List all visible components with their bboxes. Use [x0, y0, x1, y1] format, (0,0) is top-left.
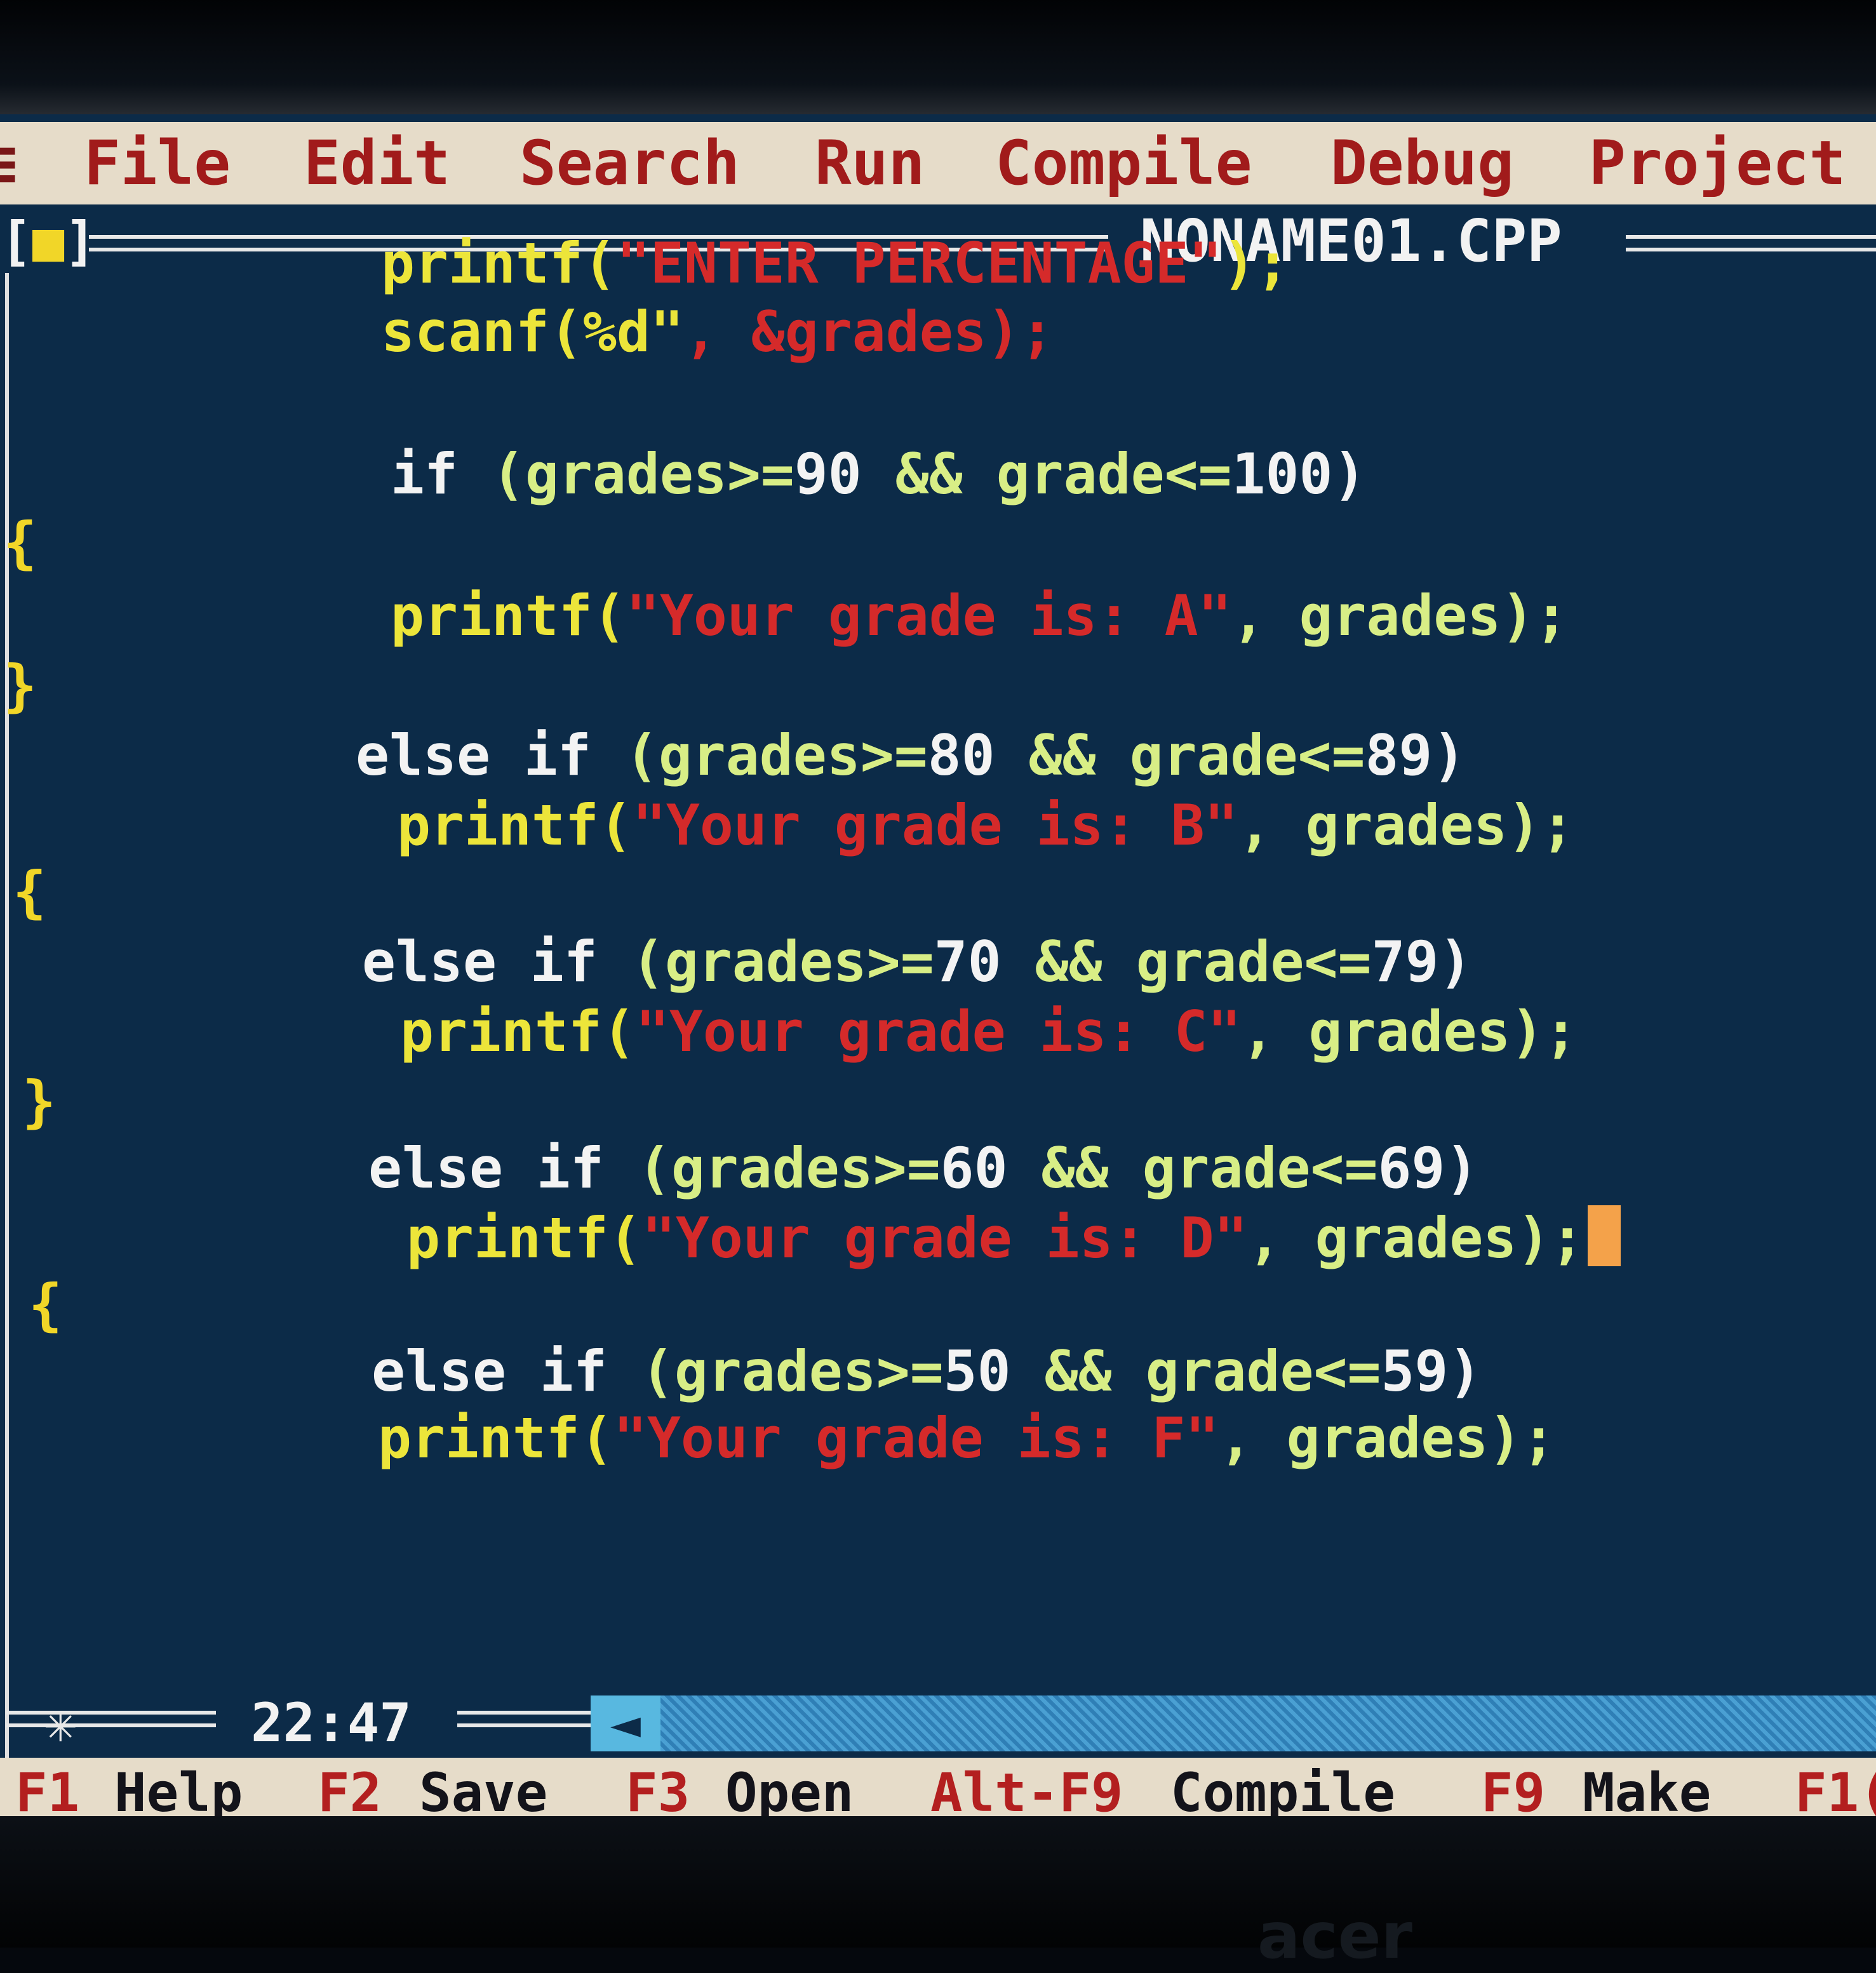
- code-line[interactable]: else if (grades>=50 && grade<=59): [372, 1337, 1482, 1407]
- code-line[interactable]: {: [29, 1270, 62, 1340]
- code-token: {: [13, 859, 46, 925]
- code-token: 60: [940, 1135, 1042, 1201]
- code-line[interactable]: }: [3, 651, 37, 721]
- code-token: printf(: [378, 1405, 613, 1471]
- code-token: 70: [934, 929, 1035, 994]
- hotkey-f9-label[interactable]: Make: [1583, 1758, 1711, 1816]
- code-line[interactable]: printf("Your grade is: F", grades);: [378, 1403, 1555, 1473]
- code-token: );: [1222, 231, 1290, 296]
- code-token: (grades>=: [491, 441, 794, 507]
- code-line[interactable]: printf("Your grade is: A", grades);: [391, 581, 1568, 651]
- code-token: && grade<=: [1028, 723, 1365, 788]
- code-token: 79): [1371, 929, 1473, 994]
- code-token: else if: [368, 1135, 638, 1201]
- hotkey-f3-key[interactable]: F3: [626, 1758, 690, 1816]
- code-token: (grades>=: [640, 1339, 944, 1404]
- code-token: printf(: [406, 1205, 642, 1271]
- hotkey-f2-label[interactable]: Save: [419, 1758, 547, 1816]
- code-token: else if: [362, 929, 631, 994]
- text-cursor: [1588, 1205, 1621, 1266]
- hotkey-f9-key[interactable]: F9: [1481, 1758, 1545, 1816]
- code-token: }: [3, 653, 37, 718]
- code-token: {: [3, 510, 37, 575]
- hotkey-f3-label[interactable]: Open: [725, 1758, 854, 1816]
- hotkey-f2-key[interactable]: F2: [318, 1758, 382, 1816]
- code-line[interactable]: if (grades>=90 && grade<=100): [391, 439, 1366, 509]
- code-line[interactable]: else if (grades>=70 && grade<=79): [362, 927, 1472, 997]
- code-token: "ENTER PERCENTAGE": [616, 231, 1223, 296]
- scroll-left-arrow-icon[interactable]: ◄: [591, 1695, 660, 1751]
- code-token: && grade<=: [1041, 1135, 1378, 1201]
- code-token: , &grades);: [683, 299, 1054, 365]
- code-token: && grade<=: [895, 441, 1232, 507]
- cursor-position: 22:47: [251, 1692, 412, 1754]
- turbo-cpp-screen: ≡ File Edit Search Run Compile Debug Pro…: [0, 114, 1876, 1816]
- code-line[interactable]: }: [22, 1067, 56, 1137]
- code-line[interactable]: {: [13, 857, 46, 927]
- code-token: printf(: [400, 999, 636, 1064]
- code-token: else if: [356, 723, 625, 788]
- code-token: "Your grade is: B": [632, 793, 1238, 858]
- code-line[interactable]: {: [3, 508, 37, 578]
- code-line[interactable]: printf("Your grade is: B", grades);: [397, 791, 1574, 860]
- code-token: "Your grade is: D": [641, 1205, 1248, 1271]
- code-token: printf(: [397, 793, 633, 858]
- code-token: (grades>=: [624, 723, 928, 788]
- code-line[interactable]: printf("Your grade is: C", grades);: [400, 997, 1578, 1067]
- code-line[interactable]: printf("Your grade is: D", grades);: [406, 1203, 1621, 1273]
- function-key-bar: F1 Help F2 Save F3 Open Alt-F9 Compile F…: [0, 1758, 1876, 1816]
- code-token: "Your grade is: A": [626, 583, 1232, 648]
- code-token: && grade<=: [1044, 1339, 1381, 1404]
- code-line[interactable]: printf("ENTER PERCENTAGE");: [381, 229, 1290, 298]
- code-line[interactable]: else if (grades>=60 && grade<=69): [368, 1134, 1478, 1203]
- hotkey-f1-key[interactable]: F1: [15, 1758, 79, 1816]
- hotkey-altf9-label[interactable]: Compile: [1170, 1758, 1395, 1816]
- code-token: }: [22, 1069, 56, 1134]
- code-token: , grades);: [1219, 1405, 1556, 1471]
- horizontal-scrollbar[interactable]: [591, 1695, 1876, 1751]
- code-token: "Your grade is: F": [613, 1405, 1219, 1471]
- code-line[interactable]: scanf(%d", &grades);: [381, 297, 1054, 367]
- code-token: , grades);: [1247, 1205, 1585, 1271]
- code-token: (grades>=: [631, 929, 934, 994]
- code-token: 50: [943, 1339, 1045, 1404]
- hotkey-f10-key[interactable]: F1(: [1795, 1758, 1876, 1816]
- code-token: {: [29, 1272, 62, 1337]
- code-line[interactable]: else if (grades>=80 && grade<=89): [356, 721, 1466, 791]
- code-token: else if: [372, 1339, 641, 1404]
- code-token: , grades);: [1238, 793, 1575, 858]
- code-token: , grades);: [1241, 999, 1578, 1064]
- editor-status-row: ✳ 22:47 ◄: [0, 1688, 1876, 1758]
- code-token: "Your grade is: C": [635, 999, 1242, 1064]
- code-token: 80: [927, 723, 1029, 788]
- monitor-bezel-bottom: [0, 1816, 1876, 1948]
- code-token: 69): [1377, 1135, 1479, 1201]
- code-token: (grades>=: [637, 1135, 941, 1201]
- resize-corner-icon[interactable]: ✳: [44, 1688, 77, 1758]
- hotkey-f1-label[interactable]: Help: [114, 1758, 243, 1816]
- code-token: 90: [794, 441, 895, 507]
- code-token: 89): [1365, 723, 1466, 788]
- monitor-bezel-top: [0, 0, 1876, 121]
- code-token: if: [391, 441, 492, 507]
- code-token: scanf(%d": [381, 299, 684, 365]
- code-token: printf(: [391, 583, 626, 648]
- code-token: printf(: [381, 231, 617, 296]
- code-token: , grades);: [1231, 583, 1569, 648]
- monitor-brand-logo: acer: [1257, 1899, 1412, 1973]
- code-editor[interactable]: printf("ENTER PERCENTAGE"); scanf(%d", &g…: [0, 114, 1876, 1816]
- code-token: 59): [1381, 1339, 1482, 1404]
- code-token: && grade<=: [1035, 929, 1372, 994]
- frame-line-bottom-left: [6, 1711, 216, 1727]
- frame-line-bottom-mid: [457, 1711, 591, 1727]
- hotkey-altf9-key[interactable]: Alt-F9: [930, 1758, 1123, 1816]
- code-token: 100): [1231, 441, 1367, 507]
